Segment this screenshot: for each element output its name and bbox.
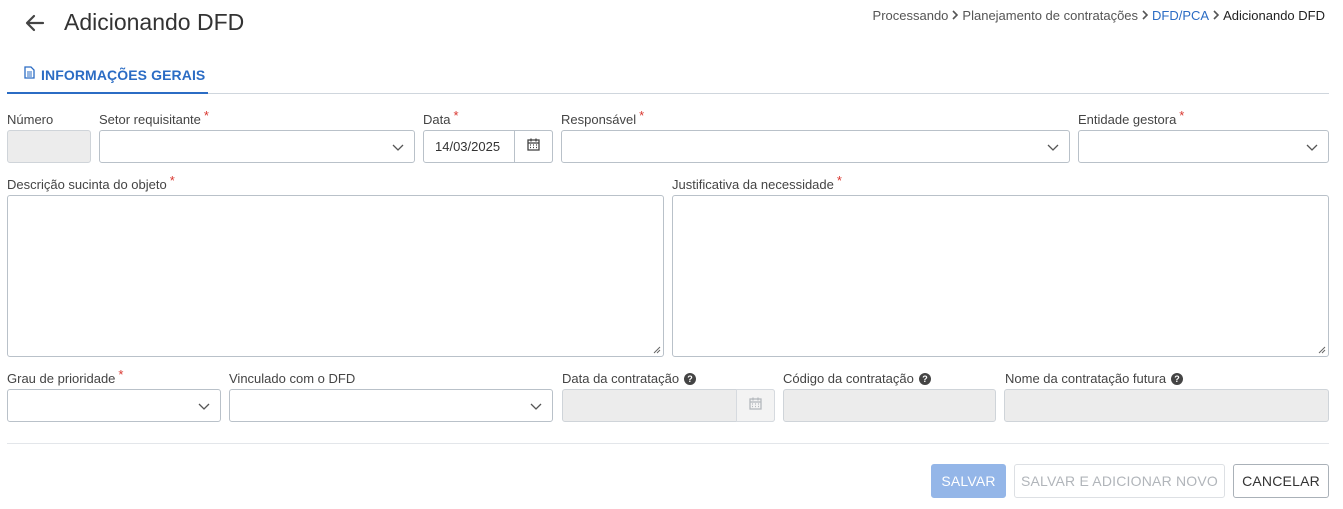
help-icon[interactable]: ? xyxy=(918,372,931,385)
codigo-contratacao-label: Código da contratação ? xyxy=(783,371,931,386)
justificativa-textarea-wrapper xyxy=(672,195,1329,357)
required-asterisk: * xyxy=(169,173,175,188)
justificativa-label: Justificativa da necessidade * xyxy=(672,173,842,192)
chevron-right-icon xyxy=(1209,8,1223,23)
back-arrow-icon[interactable] xyxy=(24,12,46,34)
vinculado-dfd-label: Vinculado com o DFD xyxy=(229,371,356,386)
svg-text:?: ? xyxy=(687,374,693,384)
data-contratacao-field xyxy=(562,389,775,422)
numero-field xyxy=(7,130,91,163)
breadcrumb-item-current: Adicionando DFD xyxy=(1223,8,1325,23)
required-asterisk: * xyxy=(836,173,842,188)
help-icon[interactable]: ? xyxy=(1171,372,1184,385)
data-input[interactable] xyxy=(424,131,515,162)
calendar-icon xyxy=(527,138,540,156)
vinculado-dfd-select[interactable] xyxy=(229,389,553,422)
chevron-right-icon xyxy=(1138,8,1152,23)
resize-grip-icon[interactable] xyxy=(652,345,661,354)
justificativa-textarea[interactable] xyxy=(673,196,1328,356)
resize-grip-icon[interactable] xyxy=(1317,345,1326,354)
descricao-label: Descrição sucinta do objeto * xyxy=(7,173,175,192)
data-label: Data * xyxy=(423,108,459,127)
tab-bar: INFORMAÇÕES GERAIS xyxy=(7,58,1329,94)
breadcrumb-item-dfd-pca[interactable]: DFD/PCA xyxy=(1152,8,1209,23)
help-icon[interactable]: ? xyxy=(684,372,697,385)
cancel-button[interactable]: CANCELAR xyxy=(1233,464,1329,498)
required-asterisk: * xyxy=(118,367,124,382)
footer-divider xyxy=(7,443,1329,444)
codigo-contratacao-input xyxy=(784,390,995,421)
save-and-add-new-button[interactable]: SALVAR E ADICIONAR NOVO xyxy=(1014,464,1225,498)
numero-label: Número xyxy=(7,112,54,127)
chevron-down-icon xyxy=(1306,144,1318,151)
save-button[interactable]: SALVAR xyxy=(931,464,1006,498)
svg-text:?: ? xyxy=(922,374,928,384)
chevron-down-icon xyxy=(1047,144,1059,151)
entidade-gestora-label: Entidade gestora * xyxy=(1078,108,1185,127)
calendar-button[interactable] xyxy=(514,130,553,163)
calendar-button-disabled xyxy=(736,389,775,422)
chevron-right-icon xyxy=(948,8,962,23)
entidade-gestora-select[interactable] xyxy=(1078,130,1329,163)
data-field[interactable] xyxy=(423,130,553,163)
svg-text:?: ? xyxy=(1174,374,1180,384)
nome-contratacao-futura-input xyxy=(1005,390,1328,421)
document-icon xyxy=(24,66,35,84)
nome-contratacao-futura-field xyxy=(1004,389,1329,422)
setor-requisitante-select[interactable] xyxy=(99,130,415,163)
required-asterisk: * xyxy=(203,108,209,123)
descricao-textarea-wrapper xyxy=(7,195,664,357)
chevron-down-icon xyxy=(198,403,210,410)
setor-requisitante-label: Setor requisitante * xyxy=(99,108,209,127)
required-asterisk: * xyxy=(639,108,645,123)
descricao-textarea[interactable] xyxy=(8,196,663,356)
tab-informacoes-gerais[interactable]: INFORMAÇÕES GERAIS xyxy=(7,58,208,94)
nome-contratacao-futura-label: Nome da contratação futura ? xyxy=(1005,371,1184,386)
breadcrumb-item-planejamento[interactable]: Planejamento de contratações xyxy=(962,8,1138,23)
grau-prioridade-label: Grau de prioridade * xyxy=(7,367,124,386)
calendar-icon xyxy=(749,397,762,415)
chevron-down-icon xyxy=(530,403,542,410)
responsavel-select[interactable] xyxy=(561,130,1070,163)
required-asterisk: * xyxy=(453,108,459,123)
page-title: Adicionando DFD xyxy=(64,9,245,35)
numero-input xyxy=(8,131,90,162)
tab-label: INFORMAÇÕES GERAIS xyxy=(41,67,206,83)
data-contratacao-input xyxy=(563,390,737,421)
grau-prioridade-select[interactable] xyxy=(7,389,221,422)
data-contratacao-label: Data da contratação ? xyxy=(562,371,697,386)
responsavel-label: Responsável * xyxy=(561,108,645,127)
codigo-contratacao-field xyxy=(783,389,996,422)
required-asterisk: * xyxy=(1179,108,1185,123)
breadcrumb: Processando Planejamento de contratações… xyxy=(873,8,1325,23)
breadcrumb-item-processando[interactable]: Processando xyxy=(873,8,949,23)
chevron-down-icon xyxy=(392,144,404,151)
